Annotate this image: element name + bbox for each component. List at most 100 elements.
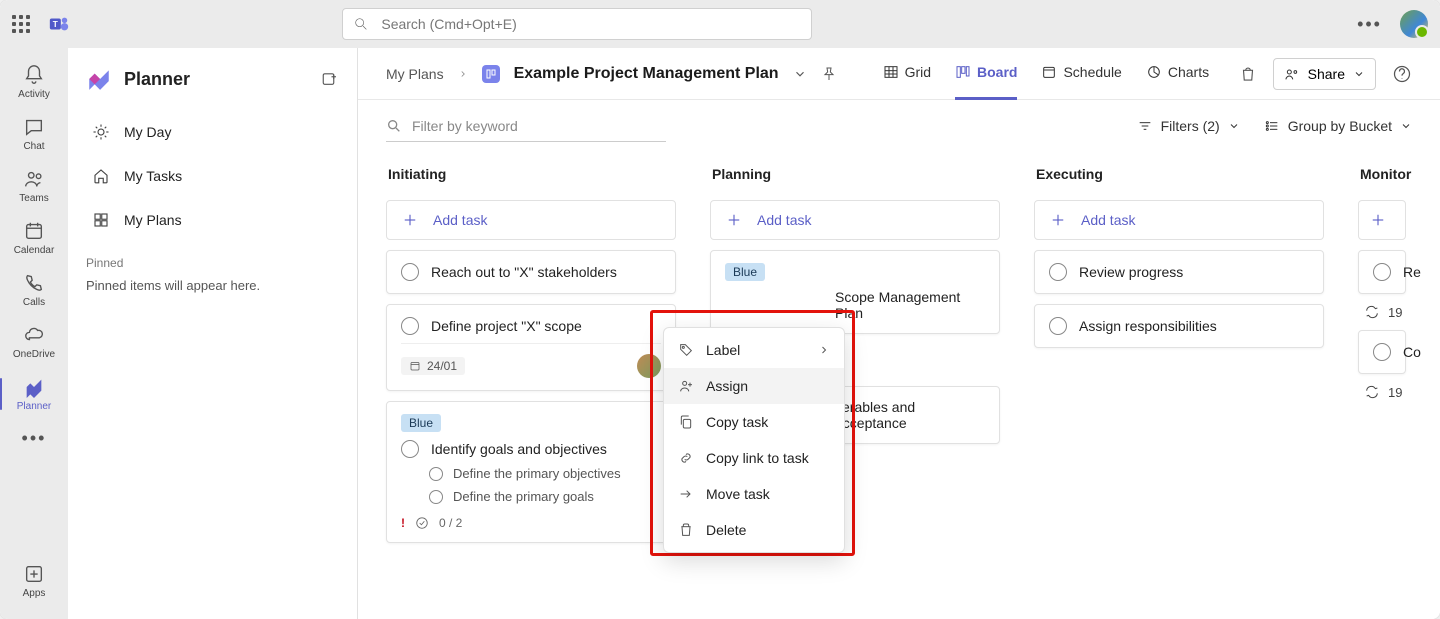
bag-icon[interactable] (1239, 65, 1257, 83)
add-task-button[interactable]: Add task (710, 200, 1000, 240)
rail-more[interactable]: ••• (0, 422, 68, 455)
search-icon (386, 118, 402, 134)
nav-label: My Tasks (124, 168, 182, 184)
charts-view-icon (1146, 64, 1162, 80)
pin-icon[interactable] (821, 66, 837, 82)
assignee-avatar[interactable] (637, 354, 661, 378)
rail-teams[interactable]: Teams (0, 162, 68, 210)
trash-icon (678, 522, 694, 538)
group-by-dropdown[interactable]: Group by Bucket (1264, 118, 1412, 134)
task-title: Re (1403, 264, 1421, 280)
filter-keyword-input[interactable]: Filter by keyword (386, 110, 666, 142)
bucket-title[interactable]: Monitor (1358, 158, 1418, 190)
sidebar-title: Planner (124, 69, 309, 90)
rail-activity[interactable]: Activity (0, 58, 68, 106)
bucket-executing: Executing Add task Review progress Assig… (1034, 158, 1324, 619)
plus-icon (1369, 211, 1387, 229)
complete-toggle[interactable] (401, 317, 419, 335)
complete-toggle[interactable] (401, 263, 419, 281)
complete-toggle[interactable] (1049, 263, 1067, 281)
checklist-item[interactable]: Define the primary objectives (401, 466, 661, 481)
nav-my-tasks[interactable]: My Tasks (86, 154, 339, 198)
checklist-toggle[interactable] (429, 467, 443, 481)
rail-planner[interactable]: Planner (0, 370, 68, 418)
ctx-delete[interactable]: Delete (664, 512, 844, 548)
task-title: Reach out to "X" stakeholders (431, 264, 617, 280)
view-board[interactable]: Board (955, 48, 1017, 100)
chat-icon (23, 116, 45, 138)
plus-icon (1049, 211, 1067, 229)
nav-my-plans[interactable]: My Plans (86, 198, 339, 242)
task-card[interactable]: Blue Identify goals and objectives Defin… (386, 401, 676, 543)
filters-dropdown[interactable]: Filters (2) (1137, 118, 1240, 134)
svg-text:T: T (53, 20, 58, 29)
complete-toggle[interactable] (1049, 317, 1067, 335)
view-label: Board (977, 64, 1017, 80)
rail-apps[interactable]: Apps (0, 557, 68, 605)
add-task-label: Add task (433, 212, 487, 228)
new-plan-icon[interactable] (321, 70, 339, 88)
rail-label: Activity (18, 89, 50, 100)
add-task-button[interactable] (1358, 200, 1406, 240)
share-button[interactable]: Share (1273, 58, 1376, 90)
ctx-copy-link[interactable]: Copy link to task (664, 440, 844, 476)
bucket-title[interactable]: Planning (710, 158, 1000, 190)
view-label: Grid (905, 64, 931, 80)
pinned-empty-text: Pinned items will appear here. (86, 278, 339, 293)
rail-chat[interactable]: Chat (0, 110, 68, 158)
bucket-title[interactable]: Executing (1034, 158, 1324, 190)
task-card[interactable]: Assign responsibilities (1034, 304, 1324, 348)
plan-dropdown-icon[interactable] (793, 67, 807, 81)
view-grid[interactable]: Grid (883, 48, 931, 100)
arrow-right-icon (678, 486, 694, 502)
app-launcher-icon[interactable] (12, 15, 30, 33)
complete-toggle[interactable] (401, 440, 419, 458)
checklist-item[interactable]: Define the primary goals (401, 489, 661, 504)
ctx-label-text: Copy link to task (706, 450, 809, 466)
task-title: Scope Management Plan (725, 289, 985, 321)
complete-toggle[interactable] (1373, 343, 1391, 361)
view-schedule[interactable]: Schedule (1041, 48, 1121, 100)
search-placeholder: Search (Cmd+Opt+E) (381, 16, 516, 32)
phone-icon (23, 272, 45, 294)
ctx-label-text: Delete (706, 522, 746, 538)
task-title: Review progress (1079, 264, 1183, 280)
checklist-toggle[interactable] (429, 490, 443, 504)
breadcrumb-my-plans[interactable]: My Plans (386, 66, 444, 82)
task-card[interactable]: Review progress (1034, 250, 1324, 294)
rail-label: Planner (17, 401, 51, 412)
grid-icon (92, 211, 110, 229)
rail-calendar[interactable]: Calendar (0, 214, 68, 262)
grid-view-icon (883, 64, 899, 80)
ctx-assign[interactable]: Assign (664, 368, 844, 404)
more-options-icon[interactable]: ••• (1357, 14, 1382, 35)
help-icon[interactable] (1392, 64, 1412, 84)
task-card[interactable]: Re (1358, 250, 1406, 294)
view-charts[interactable]: Charts (1146, 48, 1209, 100)
complete-toggle[interactable] (1373, 263, 1391, 281)
add-task-button[interactable]: Add task (1034, 200, 1324, 240)
task-card[interactable]: Reach out to "X" stakeholders (386, 250, 676, 294)
calendar-icon (23, 220, 45, 242)
nav-my-day[interactable]: My Day (86, 110, 339, 154)
task-card[interactable]: Co (1358, 330, 1406, 374)
bucket-title[interactable]: Initiating (386, 158, 676, 190)
ctx-move-task[interactable]: Move task (664, 476, 844, 512)
rail-label: Calls (23, 297, 45, 308)
nav-label: My Plans (124, 212, 182, 228)
calendar-icon (409, 360, 421, 372)
plus-icon (725, 211, 743, 229)
priority-icon: ! (401, 516, 405, 530)
filter-icon (1137, 118, 1153, 134)
task-card[interactable]: Define project "X" scope 24/01 (386, 304, 676, 391)
task-card[interactable]: Blue Scope Management Plan (710, 250, 1000, 334)
ctx-label[interactable]: Label (664, 332, 844, 368)
global-search-input[interactable]: Search (Cmd+Opt+E) (342, 8, 812, 40)
ctx-copy-task[interactable]: Copy task (664, 404, 844, 440)
user-avatar[interactable] (1400, 10, 1428, 38)
add-task-button[interactable]: Add task (386, 200, 676, 240)
rail-calls[interactable]: Calls (0, 266, 68, 314)
rail-onedrive[interactable]: OneDrive (0, 318, 68, 366)
group-icon (1264, 118, 1280, 134)
checklist-icon (415, 516, 429, 530)
